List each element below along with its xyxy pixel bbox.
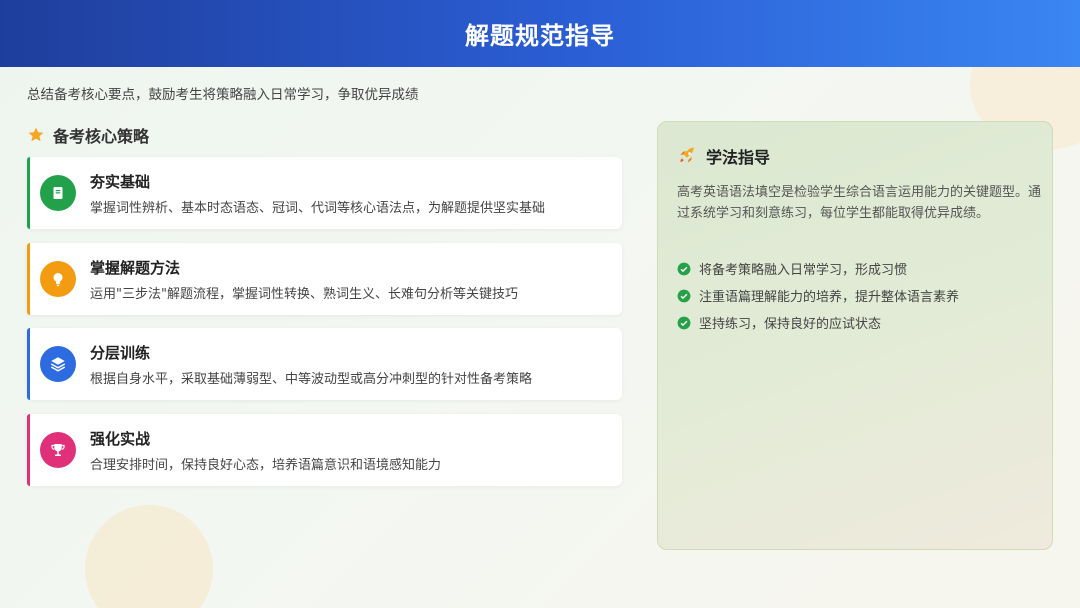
rocket-icon	[680, 147, 694, 163]
guidance-list: 将备考策略融入日常学习，形成习惯 注重语篇理解能力的培养，提升整体语言素养 坚持…	[677, 255, 959, 336]
card-title: 强化实战	[90, 429, 151, 448]
card-accent-bar	[27, 157, 30, 229]
card-description: 掌握词性辨析、基本时态语态、冠词、代词等核心语法点，为解题提供坚实基础	[90, 200, 546, 216]
study-guidance-panel: 学法指导 高考英语语法填空是检验学生综合语言运用能力的关键题型。通过系统学习和刻…	[657, 121, 1053, 550]
star-icon	[28, 127, 44, 142]
strategy-card-method: 掌握解题方法 运用"三步法"解题流程，掌握词性转换、熟词生义、长难句分析等关键技…	[27, 243, 622, 315]
list-item: 注重语篇理解能力的培养，提升整体语言素养	[677, 282, 959, 309]
check-circle-icon	[677, 316, 691, 329]
list-item-text: 将备考策略融入日常学习，形成习惯	[699, 263, 908, 278]
list-item: 坚持练习，保持良好的应试状态	[677, 309, 959, 336]
list-item-text: 坚持练习，保持良好的应试状态	[699, 317, 882, 332]
card-accent-bar	[27, 414, 30, 486]
layers-icon	[40, 346, 76, 382]
page-title: 解题规范指导	[465, 22, 615, 50]
decorative-circle-bottom-left	[85, 505, 213, 608]
book-icon	[40, 175, 76, 211]
page-subtitle: 总结备考核心要点，鼓励考生将策略融入日常学习，争取优异成绩	[27, 87, 419, 103]
section-title: 备考核心策略	[53, 127, 150, 146]
check-circle-icon	[677, 289, 691, 302]
trophy-icon	[40, 432, 76, 468]
card-description: 根据自身水平，采取基础薄弱型、中等波动型或高分冲刺型的针对性备考策略	[90, 371, 533, 387]
header-banner: 解题规范指导	[0, 0, 1080, 67]
list-item-text: 注重语篇理解能力的培养，提升整体语言素养	[699, 290, 960, 305]
strategy-card-practice: 强化实战 合理安排时间，保持良好心态，培养语篇意识和语境感知能力	[27, 414, 622, 486]
list-item: 将备考策略融入日常学习，形成习惯	[677, 255, 959, 282]
card-description: 合理安排时间，保持良好心态，培养语篇意识和语境感知能力	[90, 457, 442, 473]
lightbulb-icon	[40, 261, 76, 297]
card-title: 夯实基础	[90, 172, 151, 191]
panel-title: 学法指导	[706, 148, 771, 167]
strategy-card-layered: 分层训练 根据自身水平，采取基础薄弱型、中等波动型或高分冲刺型的针对性备考策略	[27, 328, 622, 400]
card-description: 运用"三步法"解题流程，掌握词性转换、熟词生义、长难句分析等关键技巧	[90, 286, 518, 302]
section-heading: 备考核心策略	[27, 123, 149, 147]
card-title: 分层训练	[90, 343, 151, 362]
check-circle-icon	[677, 262, 691, 275]
panel-description: 高考英语语法填空是检验学生综合语言运用能力的关键题型。通过系统学习和刻意练习，每…	[677, 185, 1042, 221]
card-accent-bar	[27, 328, 30, 400]
card-accent-bar	[27, 243, 30, 315]
strategy-card-foundation: 夯实基础 掌握词性辨析、基本时态语态、冠词、代词等核心语法点，为解题提供坚实基础	[27, 157, 622, 229]
card-title: 掌握解题方法	[90, 258, 181, 277]
